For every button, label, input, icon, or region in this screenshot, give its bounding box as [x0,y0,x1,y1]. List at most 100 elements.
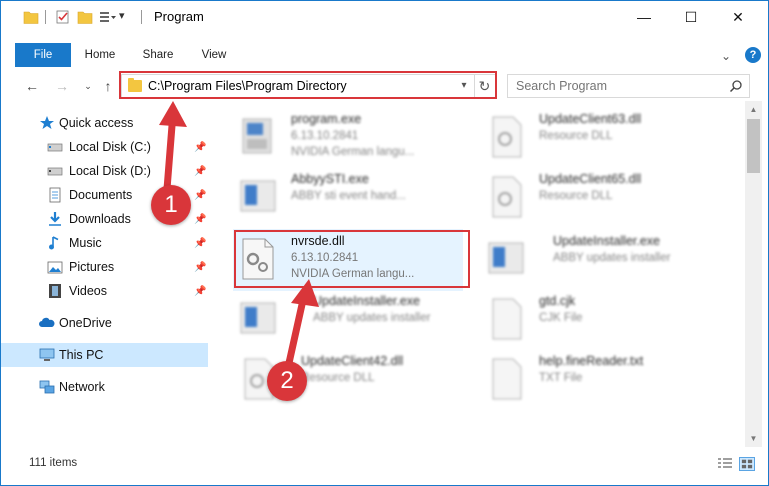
tab-file[interactable]: File [15,43,71,67]
sidebar-item-this-pc[interactable]: This PC [1,343,208,367]
status-bar: 111 items [1,453,768,475]
drive-icon [47,143,63,152]
help-icon[interactable]: ? [745,47,761,63]
file-name: UpdateClient63.dll [539,112,642,126]
executable-icon [488,242,524,274]
file-description: ABBY updates installer [313,312,431,324]
details-view-icon[interactable] [717,457,733,471]
quick-access-dropdown-icon[interactable]: ▾ [119,9,125,22]
step-1-badge: 1 [151,185,191,225]
sidebar-item-label: Local Disk (D:) [69,164,151,178]
executable-icon [240,302,276,334]
scroll-up-icon[interactable]: ▲ [745,101,762,118]
file-item[interactable]: UpdateInstaller.exe ABBY updates install… [233,289,463,351]
search-input[interactable] [508,75,723,97]
sidebar-item-label: Quick access [59,116,134,130]
file-name: UpdateInstaller.exe [313,294,421,308]
new-folder-icon[interactable] [77,10,93,24]
sidebar-item-label: Network [59,380,105,394]
sidebar-item-network[interactable]: Network [1,375,208,399]
pin-icon[interactable]: 📌 [194,142,206,153]
pictures-icon [47,261,63,274]
title-bar: ▾ Program — ☐ ✕ [1,1,768,33]
expand-ribbon-icon[interactable]: ⌄ [721,49,731,63]
search-icon[interactable] [729,79,743,93]
executable-icon [242,118,272,154]
file-item[interactable]: UpdateInstaller.exe ABBY updates install… [481,229,711,291]
file-description: CJK File [539,312,583,324]
file-icon [492,298,522,340]
tab-share[interactable]: Share [135,43,181,67]
file-item[interactable]: UpdateClient63.dll Resource DLL [481,107,711,169]
pin-icon[interactable]: 📌 [194,262,206,273]
file-name: UpdateClient42.dll [301,354,404,368]
pin-icon[interactable]: 📌 [194,214,206,225]
pin-icon[interactable]: 📌 [194,166,206,177]
videos-icon [49,284,61,298]
scroll-down-icon[interactable]: ▼ [745,430,762,447]
properties-icon[interactable] [55,10,71,24]
drive-icon [47,167,63,176]
pin-icon[interactable]: 📌 [194,286,206,297]
folder-icon [23,11,39,24]
file-description: ABBY sti event hand... [291,190,406,202]
file-item[interactable]: gtd.cjk CJK File [481,289,711,351]
file-description: ABBY updates installer [553,252,671,264]
maximize-button[interactable]: ☐ [668,1,714,33]
sidebar-item-music[interactable]: Music 📌 [1,231,208,255]
large-icons-view-icon[interactable] [739,457,755,471]
ribbon-tabs: File Home Share View ⌄ ? [1,43,768,67]
music-icon [49,236,59,250]
pin-icon[interactable]: 📌 [194,238,206,249]
pin-icon[interactable]: 📌 [194,190,206,201]
navigation-pane: Quick access Local Disk (C:) 📌 Local Dis… [1,107,213,447]
sidebar-item-local-disk-d[interactable]: Local Disk (D:) 📌 [1,159,208,183]
title-separator [45,10,46,24]
file-name: UpdateClient65.dll [539,172,642,186]
scroll-thumb[interactable] [747,119,760,173]
item-count: 111 items [29,457,78,469]
up-arrow-icon[interactable]: ↑ [99,77,117,95]
file-description: Resource DLL [301,372,375,384]
file-highlight-box [234,230,470,288]
tab-home[interactable]: Home [77,43,123,67]
file-name: help.fineReader.txt [539,354,644,368]
text-file-icon [492,358,522,400]
customize-toolbar-icon[interactable] [99,10,117,24]
sidebar-item-videos[interactable]: Videos 📌 [1,279,208,303]
executable-icon [240,180,276,212]
file-item[interactable]: help.fineReader.txt TXT File [481,349,711,411]
tab-view[interactable]: View [191,43,237,67]
file-item[interactable]: AbbyySTI.exe ABBY sti event hand... [233,167,463,229]
forward-arrow-icon[interactable]: → [53,77,71,95]
dll-icon [492,176,522,218]
file-version: 6.13.10.2841 [291,130,359,142]
star-icon [40,116,54,129]
sidebar-item-pictures[interactable]: Pictures 📌 [1,255,208,279]
file-description: NVIDIA German langu... [291,146,415,158]
network-icon [39,380,55,394]
sidebar-item-label: Local Disk (C:) [69,140,151,154]
back-arrow-icon[interactable]: ← [23,77,41,95]
close-button[interactable]: ✕ [715,1,761,33]
window-title: Program [154,9,204,24]
sidebar-item-label: Music [69,236,102,250]
step-2-badge: 2 [267,361,307,401]
file-name: program.exe [291,112,362,126]
documents-icon [49,187,61,203]
title-separator [141,10,142,24]
download-icon [49,212,61,226]
sidebar-item-onedrive[interactable]: OneDrive [1,311,208,335]
file-item[interactable]: program.exe 6.13.10.2841 NVIDIA German l… [233,107,463,169]
search-box[interactable] [507,74,750,98]
file-item[interactable]: UpdateClient65.dll Resource DLL [481,167,711,229]
file-description: Resource DLL [539,190,613,202]
sidebar-item-label: Documents [69,188,133,202]
sidebar-item-local-disk-c[interactable]: Local Disk (C:) 📌 [1,135,208,159]
sidebar-item-quick-access[interactable]: Quick access [1,111,208,135]
recent-locations-icon[interactable]: ⌄ [79,77,97,95]
explorer-window: ▾ Program — ☐ ✕ File Home Share View ⌄ ?… [0,0,769,486]
sidebar-item-label: Videos [69,284,107,298]
vertical-scrollbar[interactable]: ▲ ▼ [745,101,762,447]
minimize-button[interactable]: — [621,1,667,33]
